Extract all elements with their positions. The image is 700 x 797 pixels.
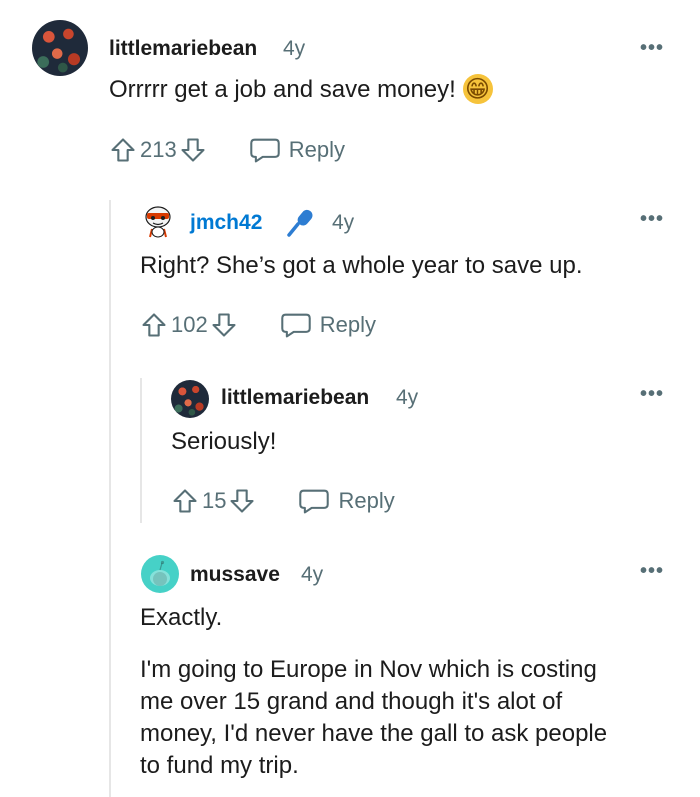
thread-line — [109, 200, 111, 797]
vote-count: 102 — [171, 312, 208, 337]
vote-count: 213 — [140, 137, 177, 162]
upvote-arrow-icon[interactable] — [140, 311, 168, 339]
snoo-avatar-icon — [145, 206, 171, 238]
more-options-button[interactable]: ••• — [640, 560, 664, 583]
snoo-avatar-icon — [150, 560, 170, 586]
comment-text: Seriously! — [171, 428, 277, 455]
username[interactable]: jmch42 — [190, 211, 262, 235]
vote-count: 15 — [202, 488, 227, 513]
timestamp: 4y — [301, 563, 324, 586]
timestamp: 4y — [332, 211, 355, 234]
reply-label: Reply — [288, 137, 345, 162]
grin-emoji-icon: 😁 — [462, 74, 493, 104]
downvote-arrow-icon[interactable] — [228, 487, 256, 515]
comment-actions: 213 Reply — [109, 130, 345, 170]
reply-button[interactable]: Reply — [249, 136, 345, 164]
reply-label: Reply — [338, 488, 395, 513]
more-options-button[interactable]: ••• — [640, 208, 664, 231]
thread-line — [140, 378, 142, 523]
comment-text-content: Orrrrr get a job and save money! — [109, 76, 456, 103]
reply-button[interactable]: Reply — [280, 311, 376, 339]
comment-text: Right? She’s got a whole year to save up… — [140, 252, 583, 279]
comment-paragraph-line: me over 15 grand and though it's alot of — [140, 688, 563, 715]
comment-text: Exactly. I'm going to Europe in Nov whic… — [140, 602, 607, 782]
microphone-icon — [287, 209, 313, 237]
upvote-arrow-icon[interactable] — [109, 136, 137, 164]
username[interactable]: mussave — [190, 563, 280, 587]
speech-bubble-icon — [280, 313, 311, 338]
downvote-arrow-icon[interactable] — [210, 311, 238, 339]
reply-button[interactable]: Reply — [298, 487, 395, 515]
comment-paragraph-line: money, I'd never have the gall to ask pe… — [140, 720, 608, 747]
comment-paragraph-line: to fund my trip. — [140, 752, 299, 779]
comment-paragraph: Exactly. — [140, 604, 223, 631]
comment-actions: 15 Reply — [171, 481, 395, 521]
more-options-button[interactable]: ••• — [640, 383, 664, 406]
comment-paragraph-line: I'm going to Europe in Nov which is cost… — [140, 656, 597, 683]
downvote-arrow-icon[interactable] — [179, 136, 207, 164]
avatar[interactable] — [141, 203, 175, 241]
timestamp: 4y — [396, 386, 419, 409]
timestamp: 4y — [283, 37, 306, 60]
more-options-button[interactable]: ••• — [640, 37, 664, 60]
comment-actions: 102 Reply — [140, 305, 376, 345]
speech-bubble-icon — [249, 138, 280, 163]
avatar[interactable] — [141, 555, 179, 593]
reply-label: Reply — [319, 312, 376, 337]
upvote-arrow-icon[interactable] — [171, 487, 199, 515]
avatar[interactable] — [171, 380, 209, 418]
speech-bubble-icon — [299, 489, 330, 514]
username[interactable]: littlemariebean — [221, 386, 369, 410]
avatar[interactable] — [32, 20, 88, 76]
comment-text: Orrrrr get a job and save money! 😁 — [109, 74, 493, 106]
username[interactable]: littlemariebean — [109, 37, 257, 61]
